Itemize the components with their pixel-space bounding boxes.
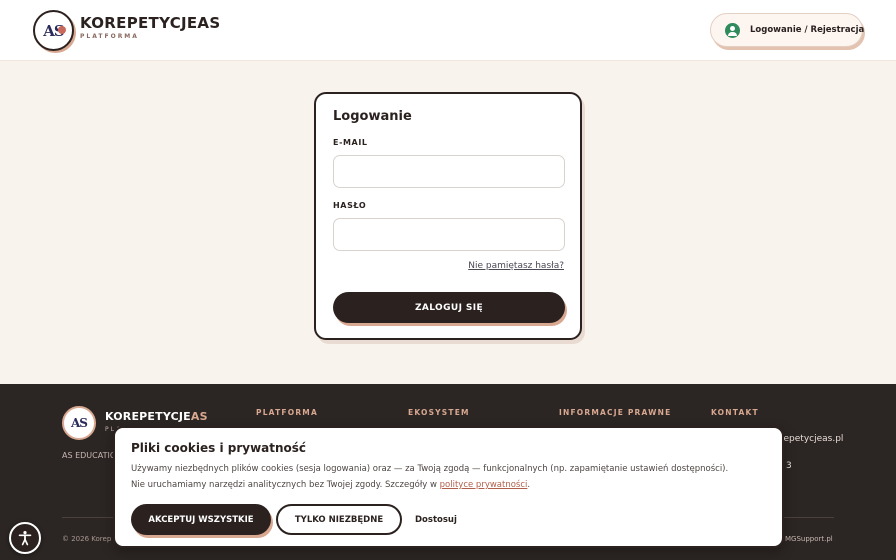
- password-label: HASŁO: [333, 201, 367, 210]
- login-register-label: Logowanie / Rejestracja: [750, 25, 865, 35]
- footer-email-link[interactable]: repetycjeas.pl: [780, 434, 843, 444]
- accessibility-button[interactable]: [9, 522, 41, 554]
- cookie-text-line2-end: .: [527, 480, 531, 490]
- footer-brand-main: KOREPETYCJE: [105, 410, 191, 423]
- login-register-button[interactable]: Logowanie / Rejestracja: [710, 13, 865, 47]
- forgot-password-link[interactable]: Nie pamiętasz hasła?: [468, 261, 564, 271]
- footer-heading-legal: INFORMACJE PRAWNE: [559, 408, 672, 417]
- footer-support-link[interactable]: MGSupport.pl: [785, 535, 833, 543]
- footer-tagline: AS EDUCATIO: [62, 451, 117, 460]
- footer-brand-accent: AS: [190, 410, 208, 423]
- footer-copyright: © 2026 Korep: [62, 535, 112, 543]
- user-circle-icon: [725, 22, 740, 38]
- accept-all-cookies-button[interactable]: AKCEPTUJ WSZYSTKIE: [131, 504, 271, 535]
- footer-heading-kontakt: KONTAKT: [711, 408, 759, 417]
- password-field[interactable]: [333, 218, 565, 251]
- cookie-banner: Pliki cookies i prywatność Używamy niezb…: [113, 426, 784, 548]
- footer-phone[interactable]: 3: [786, 461, 792, 471]
- login-submit-button[interactable]: ZALOGUJ SIĘ: [333, 292, 565, 323]
- login-title: Logowanie: [333, 109, 412, 124]
- footer-logo[interactable]: AS: [62, 406, 96, 440]
- cookie-text-line2-start: Nie uruchamiamy narzędzi analitycznych b…: [131, 480, 440, 490]
- cookie-text-line2: Nie uruchamiamy narzędzi analitycznych b…: [131, 477, 776, 493]
- email-field[interactable]: [333, 155, 565, 188]
- footer-heading-platforma: PLATFORMA: [256, 408, 318, 417]
- footer-logo-text: AS: [71, 416, 88, 430]
- login-card: Logowanie E-MAIL HASŁO Nie pamiętasz has…: [314, 92, 582, 340]
- footer-heading-ekosystem: EKOSYSTEM: [408, 408, 470, 417]
- cookie-text-line1: Używamy niezbędnych plików cookies (sesj…: [131, 464, 729, 474]
- logo-mascot-icon: [58, 26, 66, 34]
- cookie-title: Pliki cookies i prywatność: [131, 441, 307, 455]
- privacy-policy-link[interactable]: polityce prywatności: [440, 480, 528, 490]
- essential-only-cookies-button[interactable]: TYLKO NIEZBĘDNE: [276, 504, 402, 535]
- logo[interactable]: AS: [33, 10, 74, 51]
- email-label: E-MAIL: [333, 138, 368, 147]
- customize-cookies-button[interactable]: Dostosuj: [415, 504, 457, 535]
- accessibility-icon: [18, 531, 32, 546]
- cookie-description: Używamy niezbędnych plików cookies (sesj…: [131, 461, 776, 493]
- site-header: AS KOREPETYCJEAS PLATFORMA Logowanie / R…: [0, 0, 896, 61]
- footer-brand-name: KOREPETYCJEAS: [105, 410, 208, 423]
- brand-subtitle: PLATFORMA: [80, 33, 139, 40]
- brand-name[interactable]: KOREPETYCJEAS: [80, 14, 220, 32]
